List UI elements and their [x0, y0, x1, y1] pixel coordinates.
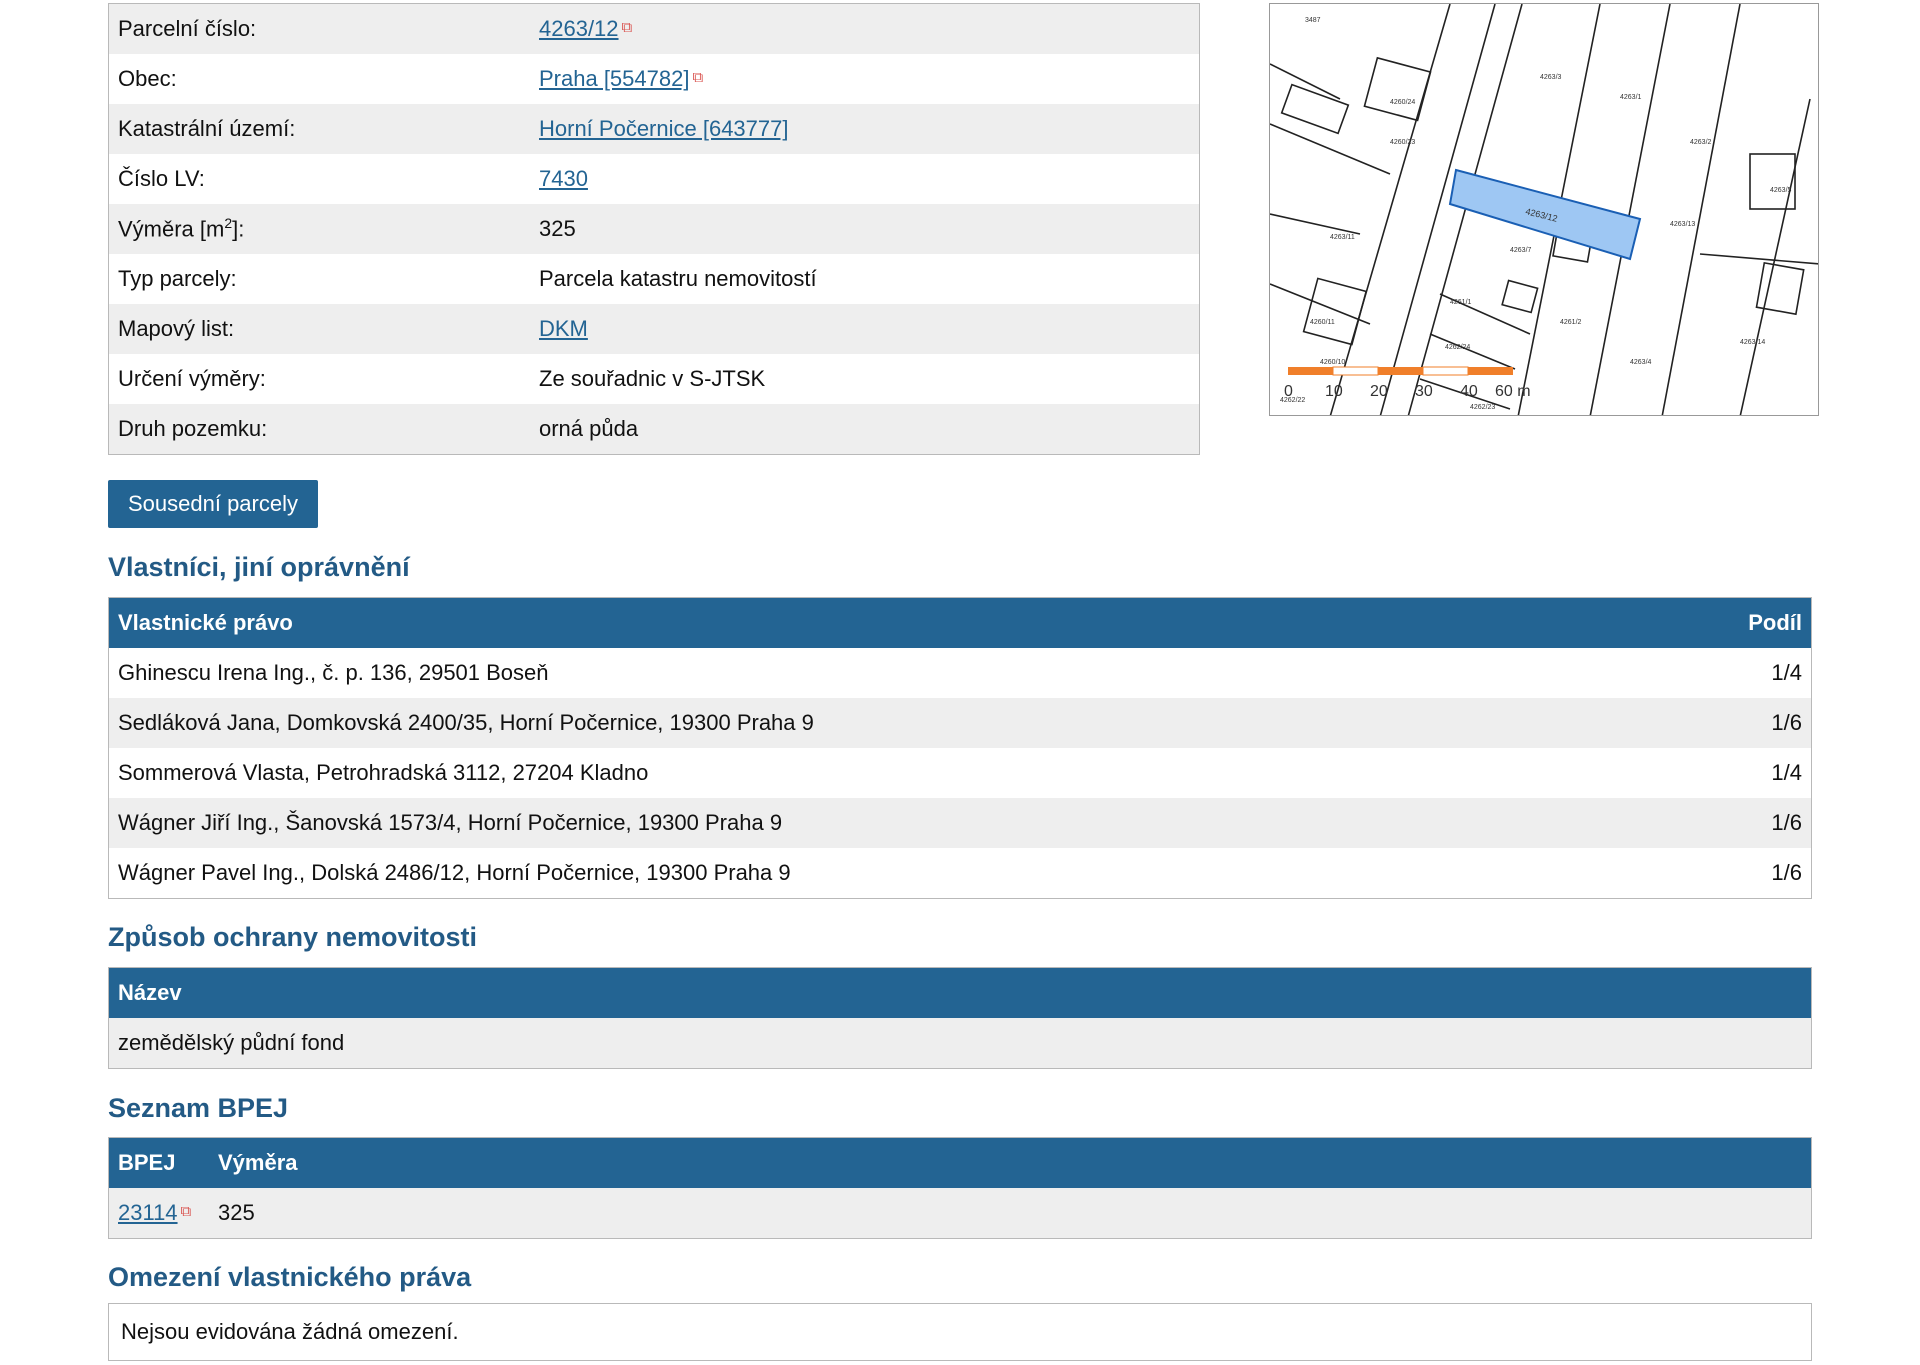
cadastral-area-link[interactable]: Horní Počernice [643777]	[539, 116, 789, 141]
municipality-link[interactable]: Praha [554782]	[539, 66, 689, 91]
owner-name: Sommerová Vlasta, Petrohradská 3112, 272…	[118, 760, 649, 785]
table-row: Ghinescu Irena Ing., č. p. 136, 29501 Bo…	[109, 648, 1811, 698]
table-row: Wágner Pavel Ing., Dolská 2486/12, Horní…	[109, 848, 1811, 898]
map-label: 4263/7	[1510, 247, 1532, 254]
cadastral-area-label: Katastrální území:	[118, 116, 296, 141]
scale-label: 0	[1284, 383, 1293, 400]
map-label: 4262/23	[1470, 404, 1495, 411]
map-sheet-label: Mapový list:	[118, 316, 235, 341]
table-row: 23114 ⧉ 325	[109, 1188, 1811, 1238]
area-value: 325	[539, 216, 576, 241]
table-row: zemědělský půdní fond	[109, 1018, 1811, 1068]
scale-label: 20	[1370, 383, 1388, 400]
owner-share: 1/4	[1771, 660, 1802, 685]
map-label: 4263/3	[1540, 74, 1562, 81]
municipality-label: Obec:	[118, 66, 177, 91]
cadastral-area-row: Katastrální území: Horní Počernice [6437…	[109, 104, 1199, 154]
table-row: Sedláková Jana, Domkovská 2400/35, Horní…	[109, 698, 1811, 748]
area-method-row: Určení výměry: Ze souřadnic v S-JTSK	[109, 354, 1199, 404]
external-link-icon[interactable]: ⧉	[181, 1203, 192, 1220]
owner-share: 1/6	[1771, 710, 1802, 735]
external-link-icon[interactable]: ⧉	[622, 19, 633, 36]
table-row: Sommerová Vlasta, Petrohradská 3112, 272…	[109, 748, 1811, 798]
owner-name: Sedláková Jana, Domkovská 2400/35, Horní…	[118, 710, 814, 735]
lv-number-row: Číslo LV: 7430	[109, 154, 1199, 204]
map-label: 4260/10	[1320, 359, 1345, 366]
scale-label: 40	[1460, 383, 1478, 400]
land-type-value: orná půda	[539, 416, 639, 441]
protection-table-header: Název	[109, 968, 1811, 1018]
owners-table-header: Vlastnické právo Podíl	[109, 598, 1811, 648]
bpej-table-header: BPEJ Výměra	[109, 1138, 1811, 1188]
cadastral-map-drawing: 4263/12 3487 4260/24 4260/23 4263/3 4263…	[1270, 4, 1818, 415]
map-label: 4261/2	[1560, 319, 1582, 326]
scale-label: 60 m	[1495, 383, 1531, 400]
map-label: 4260/23	[1390, 139, 1415, 146]
owner-share: 1/4	[1771, 760, 1802, 785]
share-column-header: Podíl	[1748, 610, 1802, 635]
bpej-section-title: Seznam BPEJ	[108, 1093, 289, 1123]
scale-label: 30	[1415, 383, 1433, 400]
area-row: Výměra [m2]: 325	[109, 204, 1199, 254]
map-label: 3487	[1305, 17, 1321, 24]
parcel-number-link[interactable]: 4263/12	[539, 16, 619, 41]
restrictions-section-title: Omezení vlastnického práva	[108, 1262, 472, 1292]
parcel-number-row: Parcelní číslo: 4263/12 ⧉	[109, 4, 1199, 54]
map-label: 4263/4	[1630, 359, 1652, 366]
owner-name: Wágner Jiří Ing., Šanovská 1573/4, Horní…	[118, 810, 783, 835]
parcel-type-label: Typ parcely:	[118, 266, 237, 291]
map-label: 4263/13	[1670, 221, 1695, 228]
bpej-table: BPEJ Výměra 23114 ⧉ 325	[108, 1137, 1812, 1239]
land-type-label: Druh pozemku:	[118, 416, 268, 441]
map-label: 4263/14	[1740, 339, 1765, 346]
owner-share: 1/6	[1771, 860, 1802, 885]
map-scale-bar: 0 10 20 30 40 60 m	[1284, 366, 1531, 400]
map-label: 4262/24	[1445, 344, 1470, 351]
owners-table: Vlastnické právo Podíl Ghinescu Irena In…	[108, 597, 1812, 899]
name-column-header: Název	[118, 980, 182, 1005]
lv-number-label: Číslo LV:	[118, 166, 205, 191]
protection-section-title: Způsob ochrany nemovitosti	[108, 922, 478, 952]
area-method-label: Určení výměry:	[118, 366, 266, 391]
parcel-number-label: Parcelní číslo:	[118, 16, 257, 41]
map-label: 4263/1	[1620, 94, 1642, 101]
lv-number-link[interactable]: 7430	[539, 166, 588, 191]
cadastral-map[interactable]: 4263/12 3487 4260/24 4260/23 4263/3 4263…	[1269, 3, 1819, 416]
map-sheet-link[interactable]: DKM	[539, 316, 588, 341]
owner-share: 1/6	[1771, 810, 1802, 835]
parcel-type-row: Typ parcely: Parcela katastru nemovitost…	[109, 254, 1199, 304]
map-label: 4263/11	[1330, 234, 1355, 241]
restrictions-note: Nejsou evidována žádná omezení.	[108, 1303, 1812, 1361]
protection-table: Název zemědělský půdní fond	[108, 967, 1812, 1069]
municipality-row: Obec: Praha [554782] ⧉	[109, 54, 1199, 104]
parcel-type-value: Parcela katastru nemovitostí	[539, 266, 817, 291]
protection-value: zemědělský půdní fond	[118, 1030, 345, 1055]
area-method-value: Ze souřadnic v S-JTSK	[539, 366, 766, 391]
map-label: 4260/11	[1310, 319, 1335, 326]
owner-name: Wágner Pavel Ing., Dolská 2486/12, Horní…	[118, 860, 791, 885]
parcel-attributes-table: Parcelní číslo: 4263/12 ⧉ Obec: Praha [55…	[108, 3, 1200, 455]
bpej-area-value: 325	[218, 1200, 255, 1225]
ownership-column-header: Vlastnické právo	[118, 610, 293, 635]
owner-name: Ghinescu Irena Ing., č. p. 136, 29501 Bo…	[118, 660, 549, 685]
map-label: 4261/1	[1450, 299, 1472, 306]
map-label: 4263/2	[1690, 139, 1712, 146]
owners-section-title: Vlastníci, jiní oprávnění	[108, 552, 410, 582]
map-label: 4260/24	[1390, 99, 1415, 106]
bpej-area-column-header: Výměra	[218, 1150, 298, 1175]
land-type-row: Druh pozemku: orná půda	[109, 404, 1199, 454]
table-row: Wágner Jiří Ing., Šanovská 1573/4, Horní…	[109, 798, 1811, 848]
neighbor-parcels-button[interactable]: Sousední parcely	[108, 480, 318, 528]
bpej-column-header: BPEJ	[118, 1150, 176, 1175]
external-link-icon[interactable]: ⧉	[692, 69, 703, 86]
area-label: Výměra [m2]:	[118, 215, 245, 242]
bpej-code-link[interactable]: 23114	[118, 1200, 178, 1225]
scale-label: 10	[1325, 383, 1343, 400]
map-sheet-row: Mapový list: DKM	[109, 304, 1199, 354]
map-label: 4263/5	[1770, 187, 1792, 194]
